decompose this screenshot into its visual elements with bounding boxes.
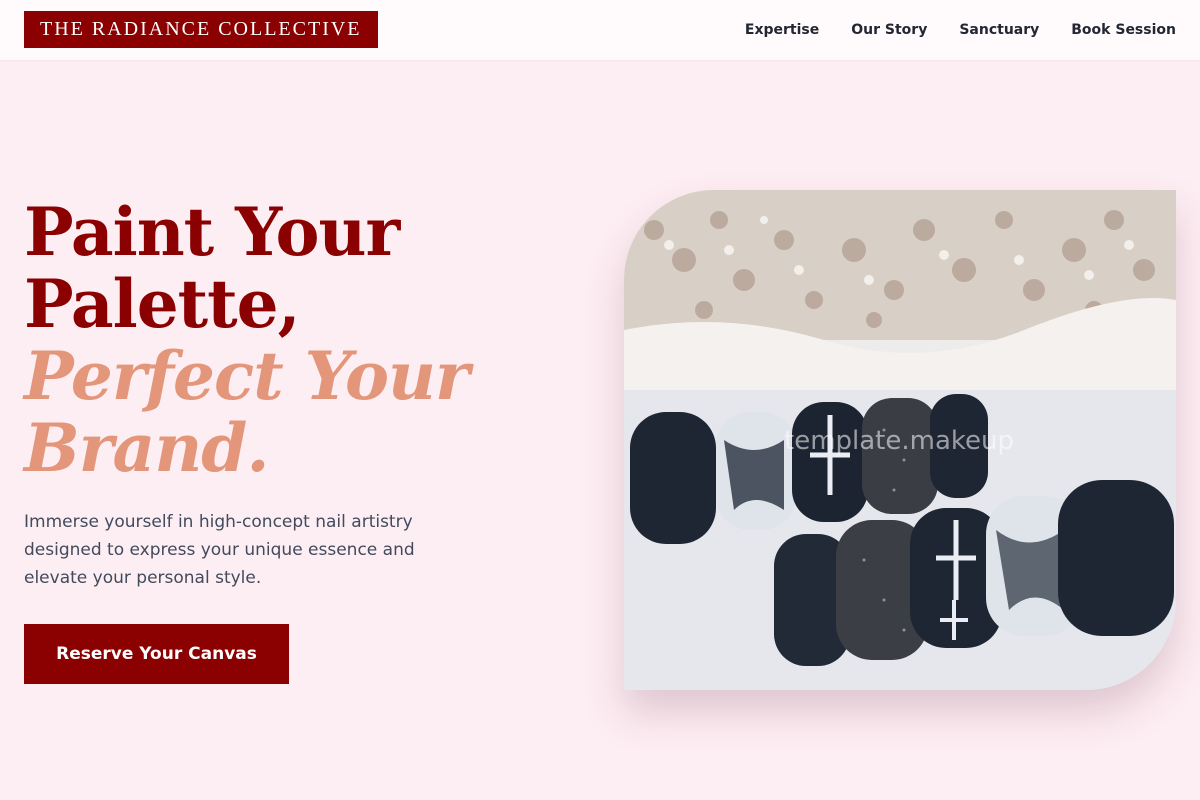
- headline-line-4: Brand.: [24, 409, 269, 487]
- top-navigation-bar: THE RADIANCE COLLECTIVE Expertise Our St…: [0, 0, 1200, 60]
- hero-headline: Paint Your Palette, Perfect Your Brand.: [24, 193, 470, 487]
- nav-link-book-session[interactable]: Book Session: [1071, 22, 1176, 38]
- image-watermark: template.makeup: [784, 426, 1015, 456]
- nav-link-sanctuary[interactable]: Sanctuary: [959, 22, 1039, 38]
- hero-nail-art-image: template.makeup: [624, 190, 1176, 690]
- brand-logo[interactable]: THE RADIANCE COLLECTIVE: [24, 11, 378, 48]
- headline-line-3: Perfect Your: [24, 337, 470, 415]
- reserve-canvas-button[interactable]: Reserve Your Canvas: [24, 624, 289, 684]
- hero-description: Immerse yourself in high-concept nail ar…: [24, 512, 415, 588]
- headline-line-1: Paint Your: [24, 193, 400, 271]
- nav-link-our-story[interactable]: Our Story: [851, 22, 927, 38]
- main-nav: Expertise Our Story Sanctuary Book Sessi…: [745, 0, 1176, 60]
- headline-line-2: Palette,: [24, 265, 301, 343]
- nav-link-expertise[interactable]: Expertise: [745, 22, 819, 38]
